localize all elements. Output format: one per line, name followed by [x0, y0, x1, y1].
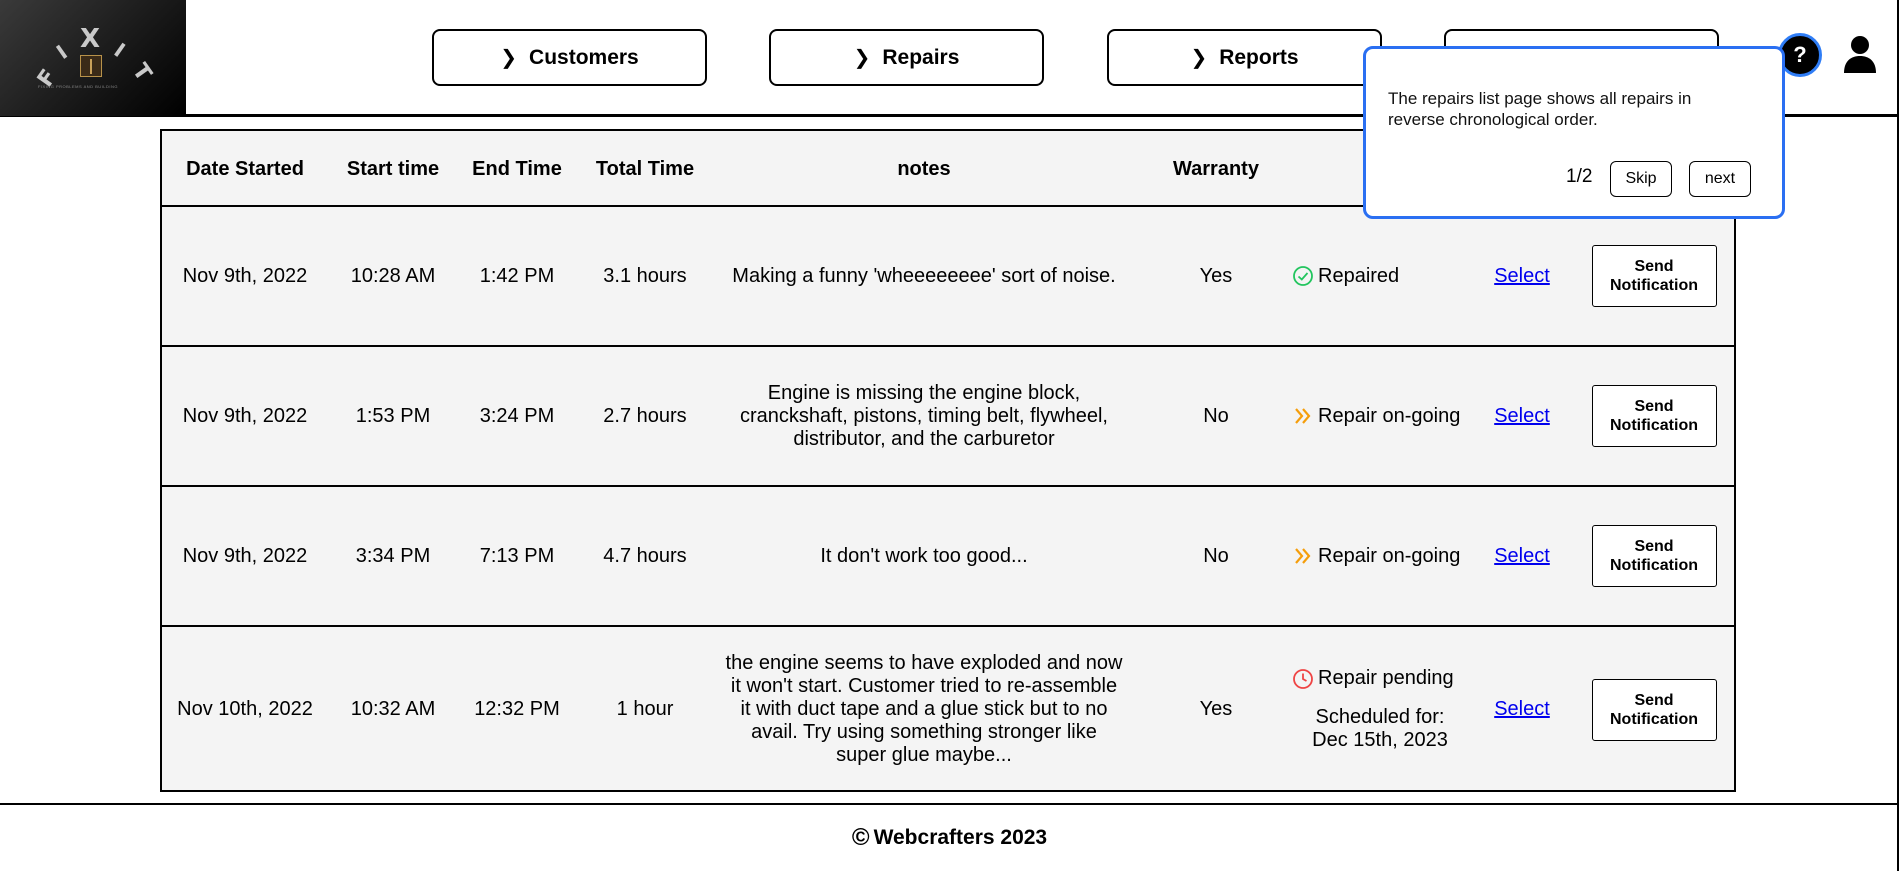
scheduled-info: Scheduled for: Dec 15th, 2023 [1280, 706, 1480, 752]
logo-emblem-icon [80, 55, 102, 77]
scheduled-label: Scheduled for: [1315, 706, 1445, 728]
cell-notes: Making a funny 'wheeeeeeee' sort of nois… [732, 264, 1116, 287]
logo-tagline: FIXING PROBLEMS AND BUILDING [38, 84, 119, 89]
cell-warranty: No [1203, 404, 1229, 427]
logo-letter: I [109, 38, 130, 62]
cell-select: Select [1472, 347, 1572, 485]
tour-text: The repairs list page shows all repairs … [1388, 89, 1692, 129]
column-header-warranty: Warranty [1173, 157, 1259, 180]
nav-customers-button[interactable]: ❯ Customers [432, 29, 707, 86]
tour-skip-button[interactable]: Skip [1610, 161, 1672, 197]
cell-end-time: 7:13 PM [479, 544, 555, 567]
cell-notify: Send Notification [1572, 487, 1736, 625]
user-icon[interactable] [1843, 35, 1877, 73]
cell-notes: the engine seems to have exploded and no… [725, 652, 1123, 766]
table-row: Nov 9th, 2022 1:53 PM 3:24 PM 2.7 hours … [162, 347, 1734, 487]
cell-warranty: Yes [1199, 264, 1233, 287]
column-header-start-time: Start time [346, 157, 440, 180]
column-header-notes: notes [897, 157, 951, 180]
cell-status: Repair pending Scheduled for: Dec 15th, … [1280, 627, 1480, 792]
cell-status: Repaired [1280, 207, 1480, 345]
cell-notify: Send Notification [1572, 627, 1736, 792]
tour-step-counter: 1/2 [1566, 166, 1593, 187]
column-header-total-time: Total Time [595, 157, 695, 180]
logo-letter: T [126, 59, 157, 86]
double-chevron-right-icon [1295, 548, 1311, 564]
nav-repairs-label: Repairs [882, 45, 960, 69]
cell-notify: Send Notification [1572, 207, 1736, 345]
logo-letter: I [51, 40, 72, 64]
cell-status: Repair on-going [1280, 487, 1480, 625]
footer-text: Webcrafters 2023 [873, 826, 1048, 849]
fixit-logo[interactable]: F I X I T FIXING PROBLEMS AND BUILDING [0, 0, 186, 116]
cell-end-time: 12:32 PM [474, 698, 560, 720]
table-row: Nov 9th, 2022 10:28 AM 1:42 PM 3.1 hours… [162, 207, 1734, 347]
cell-end-time: 3:24 PM [479, 404, 555, 427]
cell-total-time: 2.7 hours [603, 404, 687, 427]
repairs-table: Date Started Start time End Time Total T… [160, 129, 1736, 792]
cell-warranty: No [1203, 544, 1229, 567]
status-label: Repair on-going [1318, 544, 1461, 567]
logo-letter: X [80, 24, 101, 54]
cell-select: Select [1472, 207, 1572, 345]
cell-date-started: Nov 9th, 2022 [182, 404, 308, 427]
send-notification-button[interactable]: Send Notification [1591, 385, 1717, 447]
status-label: Repair on-going [1318, 404, 1461, 427]
cell-select: Select [1472, 627, 1572, 792]
send-notification-button[interactable]: Send Notification [1591, 678, 1717, 741]
footer: © Webcrafters 2023 [0, 805, 1899, 871]
tour-popover: The repairs list page shows all repairs … [1363, 46, 1785, 219]
table-row: Nov 10th, 2022 10:32 AM 12:32 PM 1 hour … [162, 627, 1734, 792]
select-link[interactable]: Select [1494, 265, 1550, 288]
copyright-icon: © [851, 824, 870, 851]
chevron-right-icon: ❯ [1190, 47, 1208, 69]
tour-next-button[interactable]: next [1689, 161, 1751, 197]
cell-start-time: 10:28 AM [350, 264, 436, 287]
cell-total-time: 4.7 hours [603, 544, 687, 567]
question-icon: ? [1793, 42, 1807, 67]
select-link[interactable]: Select [1494, 545, 1550, 568]
cell-status: Repair on-going [1280, 347, 1480, 485]
cell-date-started: Nov 10th, 2022 [177, 698, 313, 720]
select-link[interactable]: Select [1494, 698, 1550, 721]
cell-notes: Engine is missing the engine block, cran… [740, 381, 1108, 450]
cell-start-time: 3:34 PM [355, 544, 431, 567]
check-circle-icon [1293, 266, 1313, 286]
chevron-right-icon: ❯ [853, 47, 871, 69]
nav-reports-button[interactable]: ❯ Reports [1107, 29, 1382, 86]
nav-repairs-button[interactable]: ❯ Repairs [769, 29, 1044, 86]
cell-select: Select [1472, 487, 1572, 625]
cell-start-time: 1:53 PM [355, 404, 431, 427]
cell-date-started: Nov 9th, 2022 [182, 544, 308, 567]
table-row: Nov 9th, 2022 3:34 PM 7:13 PM 4.7 hours … [162, 487, 1734, 627]
cell-date-started: Nov 9th, 2022 [182, 264, 308, 287]
cell-notify: Send Notification [1572, 347, 1736, 485]
nav-customers-label: Customers [529, 45, 639, 69]
select-link[interactable]: Select [1494, 405, 1550, 428]
double-chevron-right-icon [1295, 408, 1311, 424]
send-notification-button[interactable]: Send Notification [1591, 245, 1717, 307]
column-header-date-started: Date Started [186, 157, 304, 180]
send-notification-button[interactable]: Send Notification [1591, 525, 1717, 587]
scheduled-date: Dec 15th, 2023 [1312, 729, 1448, 751]
cell-total-time: 3.1 hours [603, 264, 687, 287]
cell-warranty: Yes [1199, 698, 1233, 720]
cell-notes: It don't work too good... [820, 544, 1028, 567]
cell-total-time: 1 hour [616, 698, 674, 720]
status-label: Repaired [1318, 264, 1400, 287]
chevron-right-icon: ❯ [500, 47, 518, 69]
status-label: Repair pending [1318, 667, 1454, 689]
clock-icon [1293, 668, 1313, 689]
nav-reports-label: Reports [1219, 45, 1299, 69]
cell-end-time: 1:42 PM [479, 264, 555, 287]
column-header-end-time: End Time [472, 157, 562, 180]
cell-start-time: 10:32 AM [350, 698, 436, 720]
